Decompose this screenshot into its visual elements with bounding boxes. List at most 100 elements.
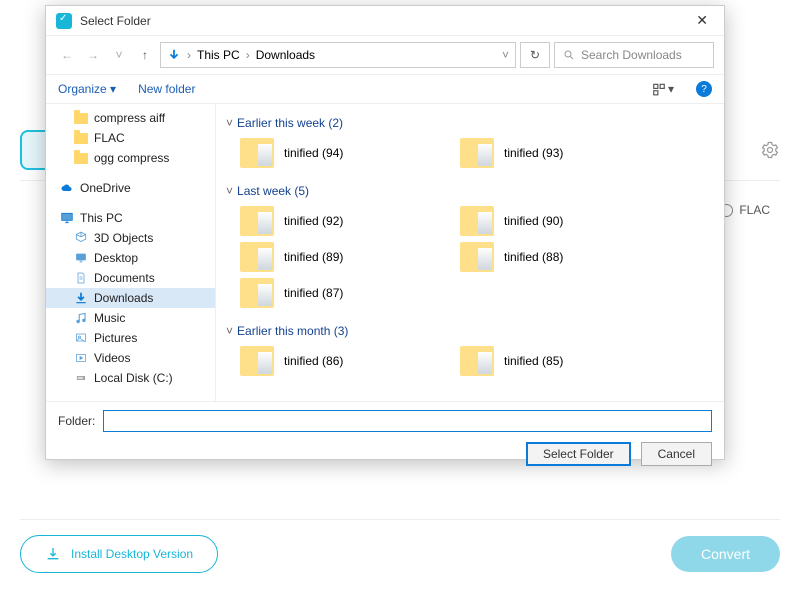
item-icon <box>74 231 88 245</box>
folder-item[interactable]: tinified (93) <box>460 138 640 168</box>
folder-name: tinified (87) <box>284 286 343 300</box>
folder-icon <box>74 113 88 124</box>
nav-back-icon[interactable]: ← <box>56 44 78 66</box>
folder-grid: tinified (94) tinified (93) <box>226 136 714 178</box>
folder-item[interactable]: tinified (92) <box>240 206 420 236</box>
tree-quick-item[interactable]: compress aiff <box>46 108 215 128</box>
dialog-title: Select Folder <box>80 14 690 28</box>
folder-name: tinified (85) <box>504 354 563 368</box>
folder-icon <box>240 278 274 308</box>
folder-item[interactable]: tinified (88) <box>460 242 640 272</box>
tree-pc-item[interactable]: Pictures <box>46 328 215 348</box>
nav-forward-icon: → <box>82 44 104 66</box>
cancel-button[interactable]: Cancel <box>641 442 712 466</box>
folder-icon <box>74 133 88 144</box>
group-header[interactable]: ˅Earlier this month (3) <box>226 318 714 344</box>
new-folder-button[interactable]: New folder <box>138 82 195 96</box>
chevron-down-icon[interactable]: ˅ <box>502 48 509 62</box>
item-icon <box>74 332 88 344</box>
folder-item[interactable]: tinified (94) <box>240 138 420 168</box>
folder-grid: tinified (92) tinified (90) tinified (89) t… <box>226 204 714 318</box>
tree-pc-item[interactable]: Music <box>46 308 215 328</box>
folder-item[interactable]: tinified (87) <box>240 278 420 308</box>
address-bar[interactable]: › This PC › Downloads ˅ <box>160 42 516 68</box>
tree-onedrive[interactable]: OneDrive <box>46 178 215 198</box>
dialog-footer: Folder: Select Folder Cancel <box>46 401 724 474</box>
tree-pc-item[interactable]: Videos <box>46 348 215 368</box>
tree-pc-item[interactable]: Local Disk (C:) <box>46 368 215 388</box>
folder-label: Folder: <box>58 414 95 428</box>
chevron-down-icon: ▾ <box>668 82 674 96</box>
folder-content[interactable]: ˅Earlier this week (2)tinified (94)tinif… <box>216 104 724 401</box>
nav-tree[interactable]: compress aiffFLACogg compress OneDrive Thi… <box>46 104 216 401</box>
tree-pc-item[interactable]: Downloads <box>46 288 215 308</box>
folder-icon <box>460 138 494 168</box>
download-icon <box>45 546 61 562</box>
search-placeholder: Search Downloads <box>581 48 682 62</box>
item-icon <box>74 352 88 364</box>
tree-quick-item[interactable]: ogg compress <box>46 148 215 168</box>
radio-flac[interactable]: FLAC <box>720 203 770 217</box>
convert-button[interactable]: Convert <box>671 536 780 572</box>
view-options-button[interactable]: ▾ <box>652 82 674 96</box>
folder-name: tinified (89) <box>284 250 343 264</box>
titlebar: Select Folder ✕ <box>46 6 724 36</box>
folder-icon <box>240 242 274 272</box>
chevron-down-icon: ˅ <box>226 184 233 198</box>
nav-up-icon[interactable]: ↑ <box>134 44 156 66</box>
folder-icon <box>240 138 274 168</box>
select-folder-button[interactable]: Select Folder <box>526 442 631 466</box>
folder-name: tinified (86) <box>284 354 343 368</box>
folder-icon <box>240 206 274 236</box>
folder-name: tinified (93) <box>504 146 563 160</box>
refresh-button[interactable]: ↻ <box>520 42 550 68</box>
folder-name: tinified (92) <box>284 214 343 228</box>
organize-menu[interactable]: Organize ▾ <box>58 82 116 96</box>
folder-name: tinified (88) <box>504 250 563 264</box>
item-icon <box>74 291 88 305</box>
location-drive-icon[interactable] <box>167 48 181 62</box>
folder-grid: tinified (86) tinified (85) <box>226 344 714 386</box>
chevron-right-icon: › <box>187 48 191 62</box>
folder-item[interactable]: tinified (85) <box>460 346 640 376</box>
path-current[interactable]: Downloads <box>256 48 315 62</box>
item-icon <box>74 252 88 264</box>
search-input[interactable]: Search Downloads <box>554 42 714 68</box>
help-icon[interactable]: ? <box>696 81 712 97</box>
tree-pc-item[interactable]: Desktop <box>46 248 215 268</box>
folder-icon <box>74 153 88 164</box>
tree-quick-item[interactable]: FLAC <box>46 128 215 148</box>
folder-icon <box>240 346 274 376</box>
tree-pc-item[interactable]: 3D Objects <box>46 228 215 248</box>
group-header[interactable]: ˅Earlier this week (2) <box>226 110 714 136</box>
chevron-down-icon: ▾ <box>110 82 116 96</box>
toolbar: Organize ▾ New folder ▾ ? <box>46 75 724 104</box>
nav-recent-icon[interactable]: ˅ <box>108 44 130 66</box>
install-desktop-button[interactable]: Install Desktop Version <box>20 535 218 573</box>
monitor-icon <box>60 211 74 225</box>
close-icon[interactable]: ✕ <box>690 12 714 29</box>
select-folder-dialog: Select Folder ✕ ← → ˅ ↑ › This PC › Down… <box>45 5 725 460</box>
folder-item[interactable]: tinified (86) <box>240 346 420 376</box>
chevron-down-icon: ˅ <box>226 116 233 130</box>
folder-icon <box>460 346 494 376</box>
item-icon <box>74 311 88 325</box>
path-root[interactable]: This PC <box>197 48 240 62</box>
folder-name-input[interactable] <box>103 410 712 432</box>
app-icon <box>56 13 72 29</box>
tree-thispc[interactable]: This PC <box>46 208 215 228</box>
folder-item[interactable]: tinified (90) <box>460 206 640 236</box>
tree-network[interactable]: Network <box>46 398 215 401</box>
folder-name: tinified (90) <box>504 214 563 228</box>
chevron-right-icon: › <box>246 48 250 62</box>
tree-pc-item[interactable]: Documents <box>46 268 215 288</box>
folder-item[interactable]: tinified (89) <box>240 242 420 272</box>
folder-icon <box>460 206 494 236</box>
group-header[interactable]: ˅Last week (5) <box>226 178 714 204</box>
gear-icon[interactable] <box>760 140 780 160</box>
item-icon <box>74 373 88 383</box>
chevron-down-icon: ˅ <box>226 324 233 338</box>
search-icon <box>563 49 575 61</box>
navbar: ← → ˅ ↑ › This PC › Downloads ˅ ↻ Search… <box>46 36 724 75</box>
folder-icon <box>460 242 494 272</box>
